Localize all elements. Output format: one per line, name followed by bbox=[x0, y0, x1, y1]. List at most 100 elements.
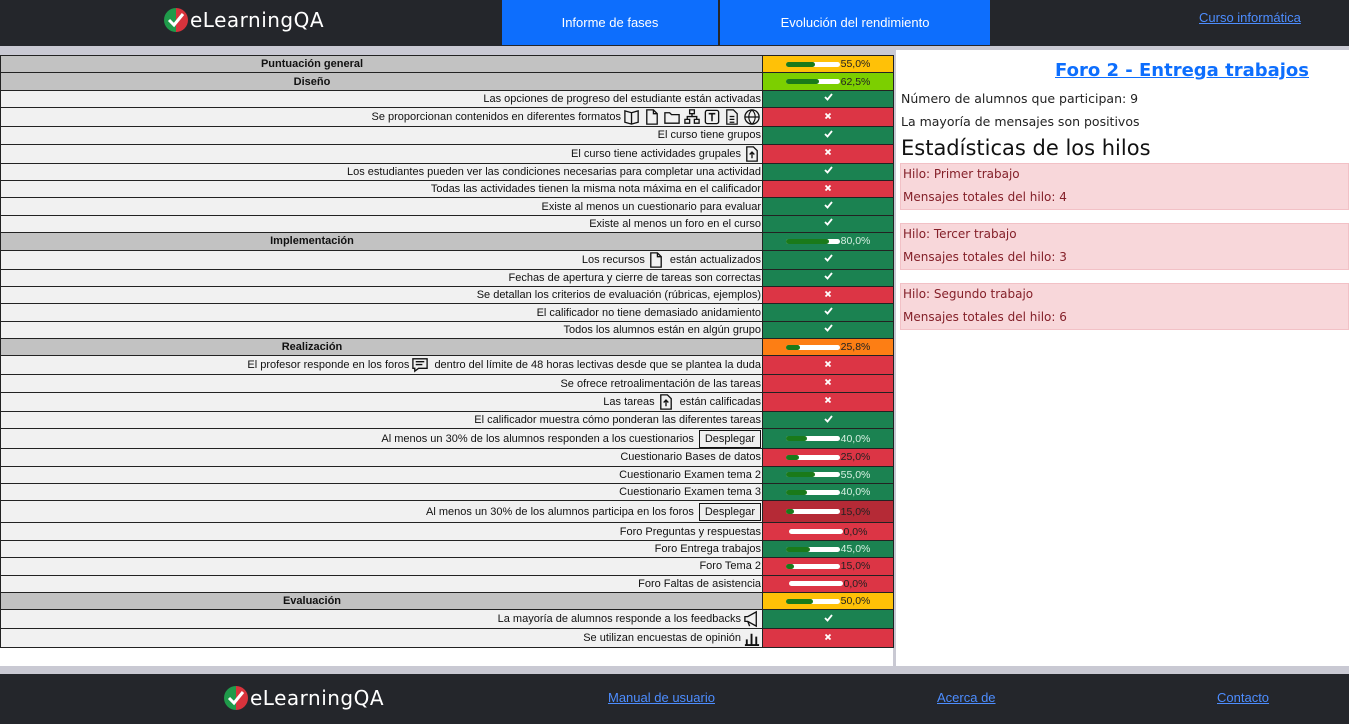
criterion-row: El curso tiene grupos bbox=[0, 126, 894, 145]
criterion-text: El profesor responde en los foros bbox=[247, 359, 410, 372]
course-link[interactable]: Curso informática bbox=[1199, 10, 1301, 25]
thread-card: Hilo: Tercer trabajo Mensajes totales de… bbox=[900, 223, 1349, 270]
cross-icon bbox=[762, 391, 894, 412]
criterion-text: Diseño bbox=[293, 75, 331, 88]
criterion-label: El curso tiene actividades grupales bbox=[0, 143, 763, 164]
check-icon bbox=[762, 303, 894, 322]
chart-icon bbox=[744, 634, 760, 647]
criterion-text: Se detallan los criterios de evaluación … bbox=[476, 289, 761, 302]
criterion-label: Cuestionario Examen tema 2 bbox=[0, 465, 763, 485]
thread-total: Mensajes totales del hilo: 3 bbox=[903, 250, 1067, 264]
criterion-text: Fechas de apertura y cierre de tareas so… bbox=[508, 271, 761, 284]
score-cell: 25,0% bbox=[762, 448, 894, 467]
criterion-text: Cuestionario Bases de datos bbox=[620, 451, 761, 464]
expand-button[interactable]: Desplegar bbox=[698, 429, 761, 448]
criterion-label: Los recursos están actualizados bbox=[0, 249, 763, 270]
score-percent: 45,0% bbox=[840, 543, 871, 555]
progress-bar: 25,8% bbox=[785, 341, 870, 353]
criterion-row: Cuestionario Bases de datos 25,0% bbox=[0, 448, 894, 467]
score-percent: 0,0% bbox=[843, 525, 868, 538]
criterion-text: Evaluación bbox=[282, 595, 342, 608]
score-cell: 15,0% bbox=[762, 500, 894, 524]
expand-button[interactable]: Desplegar bbox=[698, 502, 761, 521]
score-cell: 80,0% bbox=[762, 232, 894, 251]
assignment-icon bbox=[659, 394, 672, 410]
document-icon bbox=[726, 109, 738, 125]
user-manual-link[interactable]: Manual de usuario bbox=[608, 690, 715, 705]
criterion-text: Las opciones de progreso del estudiante … bbox=[483, 93, 761, 106]
phases-report-panel: Puntuación general 55,0% Diseño 62,5% Las op… bbox=[0, 54, 894, 666]
criterion-label: Se proporcionan contenidos en diferentes… bbox=[0, 107, 763, 128]
phases-table: Puntuación general 55,0% Diseño 62,5% Las op… bbox=[0, 54, 894, 649]
score-percent: 55,0% bbox=[840, 58, 871, 71]
score-cell: 62,5% bbox=[762, 72, 894, 91]
check-icon bbox=[762, 268, 894, 287]
thread-stats-heading: Estadísticas de los hilos bbox=[901, 136, 1151, 160]
criterion-row: Se proporcionan contenidos en diferentes… bbox=[0, 107, 894, 128]
criterion-row: Se detallan los criterios de evaluación … bbox=[0, 285, 894, 305]
section-row: Evaluación 50,0% bbox=[0, 591, 894, 611]
criterion-text: El calificador muestra cómo ponderan las… bbox=[474, 414, 761, 427]
score-cell: 40,0% bbox=[762, 483, 894, 502]
check-logo-icon bbox=[164, 8, 188, 32]
brand-logo[interactable]: eLearningQA bbox=[164, 8, 324, 32]
criterion-row: Foro Faltas de asistencia 0,0% bbox=[0, 574, 894, 593]
progress-bar: 40,0% bbox=[785, 486, 871, 499]
criterion-label: Foro Entrega trabajos bbox=[0, 539, 763, 559]
thread-name: Hilo: Primer trabajo bbox=[903, 167, 1020, 181]
score-cell: 50,0% bbox=[762, 591, 894, 611]
progress-bar: 15,0% bbox=[785, 560, 871, 573]
criterion-text-suffix: dentro del límite de 48 horas lectivas d… bbox=[434, 359, 761, 372]
check-icon bbox=[762, 162, 894, 181]
cross-icon bbox=[762, 374, 894, 393]
criterion-text: Implementación bbox=[270, 235, 354, 248]
thread-name: Hilo: Tercer trabajo bbox=[903, 227, 1017, 241]
criterion-label: Las opciones de progreso del estudiante … bbox=[0, 89, 763, 109]
criterion-text: Foro Tema 2 bbox=[699, 560, 761, 573]
thread-total: Mensajes totales del hilo: 4 bbox=[903, 190, 1067, 204]
criterion-row: El curso tiene actividades grupales bbox=[0, 143, 894, 164]
forum-sentiment: La mayoría de mensajes son positivos bbox=[901, 114, 1140, 129]
cross-icon bbox=[762, 107, 894, 128]
about-link[interactable]: Acerca de bbox=[937, 690, 996, 705]
tab-performance-evolution[interactable]: Evolución del rendimiento bbox=[720, 0, 990, 45]
section-label: Puntuación general bbox=[0, 54, 763, 74]
criterion-label: Al menos un 30% de los alumnos responden… bbox=[0, 428, 763, 450]
criterion-text: El curso tiene grupos bbox=[657, 129, 761, 142]
section-row: Realización 25,8% bbox=[0, 338, 894, 357]
section-row: Diseño 62,5% bbox=[0, 72, 894, 91]
criterion-text: Todos los alumnos están en algún grupo bbox=[563, 323, 761, 336]
score-percent: 15,0% bbox=[840, 560, 871, 573]
score-cell: 55,0% bbox=[762, 54, 894, 74]
criterion-text: Foro Entrega trabajos bbox=[654, 543, 761, 556]
criterion-label: La mayoría de alumnos responde a los fee… bbox=[0, 609, 763, 630]
score-percent: 50,0% bbox=[840, 595, 871, 608]
criterion-label: Los estudiantes pueden ver las condicion… bbox=[0, 162, 763, 181]
criterion-row: Existe al menos un foro en el curso bbox=[0, 214, 894, 234]
score-percent: 40,0% bbox=[840, 486, 871, 499]
check-icon bbox=[762, 126, 894, 145]
criterion-label: Existe al menos un cuestionario para eva… bbox=[0, 197, 763, 216]
score-percent: 62,5% bbox=[840, 75, 871, 88]
contact-link[interactable]: Contacto bbox=[1217, 690, 1269, 705]
criterion-label: Cuestionario Examen tema 3 bbox=[0, 483, 763, 502]
criterion-row: La mayoría de alumnos responde a los fee… bbox=[0, 609, 894, 630]
progress-bar: 55,0% bbox=[785, 469, 870, 481]
folder-icon bbox=[664, 112, 680, 124]
criterion-row: Foro Tema 2 15,0% bbox=[0, 557, 894, 576]
forum-title-link[interactable]: Foro 2 - Entrega trabajos bbox=[896, 60, 1349, 81]
check-icon bbox=[762, 609, 894, 630]
tab-phase-report[interactable]: Informe de fases bbox=[502, 0, 718, 45]
score-cell: 45,0% bbox=[762, 539, 894, 559]
progress-bar: 0,0% bbox=[788, 525, 868, 538]
forum-icon bbox=[412, 358, 429, 373]
score-cell: 40,0% bbox=[762, 428, 894, 450]
criterion-label: Todos los alumnos están en algún grupo bbox=[0, 320, 763, 340]
globe-icon bbox=[744, 109, 760, 126]
criterion-text: Foro Faltas de asistencia bbox=[638, 577, 761, 590]
criterion-text: Al menos un 30% de los alumnos responden… bbox=[381, 432, 694, 445]
footer-brand-logo[interactable]: eLearningQA bbox=[224, 686, 384, 710]
criterion-row: El profesor responde en los foros dentro … bbox=[0, 355, 894, 376]
score-percent: 0,0% bbox=[843, 577, 868, 590]
criterion-text: Cuestionario Examen tema 2 bbox=[619, 468, 761, 481]
